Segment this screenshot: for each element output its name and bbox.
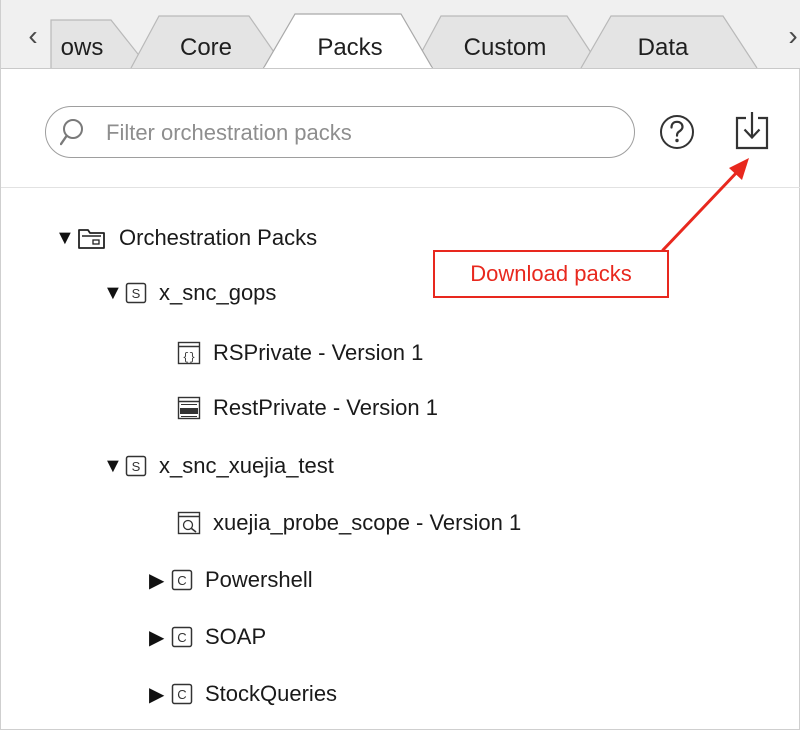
tree-node-label: StockQueries [205, 681, 338, 706]
toolbar-divider [1, 187, 800, 188]
category-c-icon: C [171, 626, 193, 648]
tree-node-label: x_snc_gops [159, 280, 277, 305]
tree-node-x-snc-gops[interactable]: ▼ S x_snc_gops [103, 273, 276, 313]
tab-data[interactable]: Data [623, 34, 703, 62]
category-c-icon: C [171, 683, 193, 705]
tree-node-stockqueries[interactable]: ▶ C StockQueries [149, 674, 337, 714]
collapse-caret-icon[interactable]: ▶ [149, 625, 171, 650]
collapse-caret-icon[interactable]: ▶ [149, 682, 171, 707]
svg-text:{}: {} [182, 352, 195, 364]
tab-scroll-left-button[interactable]: ‹ [23, 22, 43, 52]
scope-s-icon: S [125, 282, 147, 304]
expand-caret-icon[interactable]: ▼ [55, 227, 77, 250]
tree-node-label: Powershell [205, 567, 313, 592]
tree-node-x-snc-xuejia-test[interactable]: ▼ S x_snc_xuejia_test [103, 446, 334, 486]
tree-node-xuejia-probe-scope[interactable]: xuejia_probe_scope - Version 1 [177, 503, 521, 543]
tab-strip: ‹ › ows Core Packs Custom Data [1, 0, 800, 69]
scope-s-icon: S [125, 455, 147, 477]
orchestration-panel: ‹ › ows Core Packs Custom Data ▼ Orc [0, 0, 800, 730]
category-c-icon: C [171, 569, 193, 591]
download-tray-icon[interactable] [734, 110, 770, 154]
rest-file-icon [177, 396, 201, 420]
tree-node-label: x_snc_xuejia_test [159, 453, 334, 478]
tree-node-label: SOAP [205, 624, 267, 649]
tree-node-rsprivate[interactable]: {} RSPrivate - Version 1 [177, 333, 423, 373]
expand-caret-icon[interactable]: ▼ [103, 455, 125, 478]
svg-text:C: C [177, 630, 186, 645]
tree-root-orchestration-packs[interactable]: ▼ Orchestration Packs [55, 218, 317, 258]
tab-scroll-right-button[interactable]: › [783, 22, 800, 52]
tree-node-restprivate[interactable]: RestPrivate - Version 1 [177, 388, 438, 428]
collapse-caret-icon[interactable]: ▶ [149, 568, 171, 593]
tab-core[interactable]: Core [169, 34, 243, 62]
download-packs-annotation: Download packs [433, 250, 669, 298]
tree-node-soap[interactable]: ▶ C SOAP [149, 617, 266, 657]
tree-node-label: Orchestration Packs [119, 225, 318, 250]
tree-node-label: xuejia_probe_scope - Version 1 [213, 510, 522, 535]
svg-text:S: S [132, 286, 141, 301]
braces-file-icon: {} [177, 341, 201, 365]
search-icon [60, 119, 83, 146]
svg-text:C: C [177, 573, 186, 588]
svg-text:C: C [177, 687, 186, 702]
folder-icon [78, 229, 105, 249]
tree-node-powershell[interactable]: ▶ C Powershell [149, 560, 313, 600]
search-box[interactable] [45, 106, 635, 158]
search-input[interactable] [104, 115, 608, 151]
tab-custom[interactable]: Custom [453, 34, 557, 62]
probe-file-icon [177, 511, 201, 535]
svg-text:S: S [132, 459, 141, 474]
tree-node-label: RestPrivate - Version 1 [213, 395, 438, 420]
expand-caret-icon[interactable]: ▼ [103, 282, 125, 305]
tab-packs[interactable]: Packs [305, 34, 395, 62]
help-circle-icon[interactable] [658, 113, 696, 151]
tab-flows[interactable]: ows [55, 34, 109, 62]
tree-node-label: RSPrivate - Version 1 [213, 340, 424, 365]
